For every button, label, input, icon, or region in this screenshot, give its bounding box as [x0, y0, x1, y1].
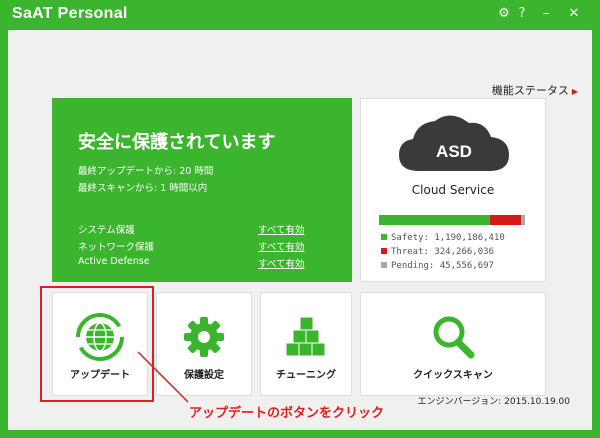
engine-version: エンジンバージョン: 2015.10.19.00 [417, 397, 570, 407]
settings-gear-icon[interactable]: ⚙ [496, 6, 512, 22]
help-button[interactable]: ? [514, 6, 530, 22]
annotation-text: アップデートのボタンをクリック [189, 406, 385, 421]
annotation-pointer-line [137, 351, 189, 403]
minimize-button[interactable]: – [538, 6, 554, 22]
close-button[interactable]: ✕ [566, 6, 582, 22]
app-title: SaAT Personal [12, 5, 128, 22]
title-bar: SaAT Personal ⚙ ? – ✕ [0, 0, 600, 30]
app-window: SaAT Personal ⚙ ? – ✕ 機能ステータス ▶ 安全に保護されてい… [0, 0, 600, 438]
main-panel: 機能ステータス ▶ 安全に保護されています 最終アップデートから: 20 時間 最… [8, 30, 592, 430]
